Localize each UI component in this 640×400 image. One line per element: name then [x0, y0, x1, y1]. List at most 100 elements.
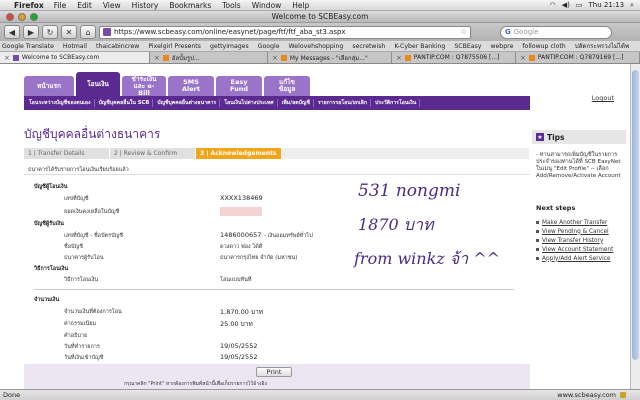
close-tab-icon[interactable]: × [272, 54, 278, 62]
scrollbar-thumb[interactable] [632, 70, 639, 360]
tab-label: อัลบั้มรูป... [171, 54, 200, 62]
tab-favicon-icon [404, 54, 411, 61]
bookmark-item[interactable]: secretwish [352, 43, 385, 50]
bookmark-item[interactable]: Welovehshopping [289, 43, 344, 50]
bookmark-item[interactable]: followup cloth [522, 43, 565, 50]
bookmark-item[interactable]: ปลัดกระทรวงไม่ได้พ [575, 41, 629, 51]
close-tab-icon[interactable]: × [396, 54, 402, 62]
bullet-icon [536, 248, 539, 251]
steps-filler [282, 148, 530, 159]
reload-button[interactable]: ↻ [42, 25, 58, 39]
amount-label: จำนวนเงินที่ต้องการโอน [64, 309, 122, 315]
next-step-apply-alert[interactable]: Apply/Add Alert Service [536, 254, 628, 263]
battery-icon[interactable]: ▭ [576, 1, 583, 9]
menubar-app-name[interactable]: Firefox [14, 1, 44, 10]
bookmark-item[interactable]: Hotmail [63, 43, 87, 50]
nav-tab-edit-profile[interactable]: แก้ไขข้อมูล [264, 76, 310, 96]
google-search-icon[interactable]: G [505, 28, 511, 36]
bookmark-item[interactable]: Google [258, 43, 280, 50]
date-label: วันที่ทำรายการ [64, 344, 100, 350]
subnav-add-remove[interactable]: เพิ่ม/ลดบัญชี [279, 99, 314, 107]
step-transfer-details: 1 | Transfer Details [24, 148, 110, 159]
vertical-scrollbar[interactable] [630, 64, 640, 389]
home-button[interactable]: ⌂ [80, 25, 96, 39]
subnav-history[interactable]: ประวัติการโอนเงิน [372, 99, 421, 107]
subnav-other-bank[interactable]: บัญชีบุคคลอื่นต่างธนาคาร [154, 99, 221, 107]
transfer-subnav: โอนระหว่างบัญชีของตนเอง บัญชีบุคคลอื่นใน… [24, 96, 530, 110]
memo-label: คำอธิบาย [64, 333, 88, 339]
print-button[interactable]: Print [256, 367, 292, 377]
handwritten-note-line1: 531 nongmi [358, 181, 461, 201]
to-name-label: ชื่อบัญชี [64, 244, 83, 250]
menu-tools[interactable]: Tools [222, 1, 240, 10]
bookmark-item[interactable]: webpre [490, 43, 513, 50]
date-value: 19/05/2552 [220, 342, 258, 350]
status-domain: www.scbeasy.com [557, 391, 616, 399]
close-tab-icon[interactable]: × [154, 54, 160, 62]
subnav-pending[interactable]: รายการรอโอน/ยกเลิก [315, 99, 371, 107]
logout-link[interactable]: Logout [592, 94, 614, 102]
clock[interactable]: Thu 21:13 [589, 1, 625, 9]
subnav-other-scb[interactable]: บัญชีบุคคลอื่นใน SCB [96, 99, 154, 107]
next-steps-list: Make Another Transfer View Pending & Can… [536, 218, 628, 263]
back-button[interactable]: ◀ [4, 25, 20, 39]
to-account-type: - เงินออมทรัพย์ทั่วไป [264, 233, 313, 239]
close-tab-icon[interactable]: × [4, 54, 10, 62]
bookmark-star-icon[interactable]: ☆ [461, 28, 470, 36]
bookmark-item[interactable]: K-Cyber Banking [394, 43, 445, 50]
browser-tab[interactable]: × อัลบั้มรูป... [150, 52, 268, 63]
menu-view[interactable]: View [103, 1, 121, 10]
minimize-window-button[interactable] [18, 13, 26, 21]
menu-window[interactable]: Window [252, 1, 282, 10]
zoom-window-button[interactable] [30, 13, 38, 21]
lock-icon[interactable] [620, 392, 626, 398]
browser-tab[interactable]: × My Messages - "เลือกสุ่ม..." [268, 52, 392, 63]
nav-tab-transfer[interactable]: โอนเงิน [76, 72, 120, 96]
bullet-icon [536, 257, 539, 260]
next-step-view-history[interactable]: View Transfer History [536, 236, 628, 245]
tips-text: - ท่านสามารถเพิ่มบัญชีในรายการประจำของท่… [536, 152, 621, 179]
wifi-icon[interactable]: ◠ [550, 1, 556, 9]
status-right: www.scbeasy.com [557, 391, 640, 399]
bookmark-item[interactable]: Pixelgirl Presents [148, 43, 201, 50]
bookmark-item[interactable]: thaicabincrew [96, 43, 139, 50]
browser-tab[interactable]: × PANTIP.COM : Q7879169 [...] [516, 52, 640, 63]
next-step-view-statement[interactable]: View Account Statement [536, 245, 628, 254]
next-step-label: View Pending & Cancel [542, 228, 609, 235]
balance-redacted-box [220, 207, 262, 216]
from-account-header: บัญชีผู้โอนเงิน [34, 184, 68, 190]
spotlight-icon[interactable]: ⌕ [630, 1, 634, 10]
menu-file[interactable]: File [54, 1, 67, 10]
nav-tab-sms-alert[interactable]: SMS Alert [168, 76, 214, 96]
reload-icon: ↻ [46, 27, 54, 37]
tips-title: Tips [547, 132, 565, 142]
bullet-icon [536, 239, 539, 242]
menu-edit[interactable]: Edit [77, 1, 92, 10]
menu-bookmarks[interactable]: Bookmarks [169, 1, 211, 10]
bookmark-item[interactable]: SCBEasy [454, 43, 481, 50]
nav-tab-home[interactable]: หน้าแรก [24, 76, 74, 96]
close-tab-icon[interactable]: × [520, 54, 526, 62]
close-window-button[interactable] [6, 13, 14, 21]
nav-tab-payment[interactable]: ชำระเงิน และ e-Bill [122, 75, 166, 96]
url-bar[interactable]: https://www.scbeasy.com/online/easynet/p… [99, 25, 471, 39]
menu-history[interactable]: History [132, 1, 159, 10]
next-step-make-another-transfer[interactable]: Make Another Transfer [536, 218, 628, 227]
browser-tab[interactable]: × PANTIP.COM : Q7875506 [...] [392, 52, 516, 63]
menu-help[interactable]: Help [292, 1, 309, 10]
subnav-own-accounts[interactable]: โอนระหว่างบัญชีของตนเอง [26, 99, 95, 107]
nav-tab-easy-fund[interactable]: Easy Fund [216, 76, 262, 96]
tips-header: ★ Tips [532, 130, 626, 144]
volume-icon[interactable]: ◀) [562, 1, 570, 9]
subnav-overseas[interactable]: โอนเงินไปต่างประเทศ [221, 99, 278, 107]
bookmark-item[interactable]: gettyimages [210, 43, 249, 50]
menubar-status-area: ◠ ◀) ▭ Thu 21:13 ⌕ [550, 1, 640, 10]
bookmark-item[interactable]: Google Translate [2, 43, 54, 50]
next-steps-title: Next steps [536, 204, 576, 212]
next-step-view-pending[interactable]: View Pending & Cancel [536, 227, 628, 236]
browser-tab-active[interactable]: × Welcome to SCBEasy.com [0, 52, 150, 63]
stop-button[interactable]: ✕ [61, 25, 77, 39]
tab-label: Welcome to SCBEasy.com [21, 54, 100, 61]
forward-button[interactable]: ▶ [23, 25, 39, 39]
search-input[interactable]: G Google [500, 25, 612, 39]
